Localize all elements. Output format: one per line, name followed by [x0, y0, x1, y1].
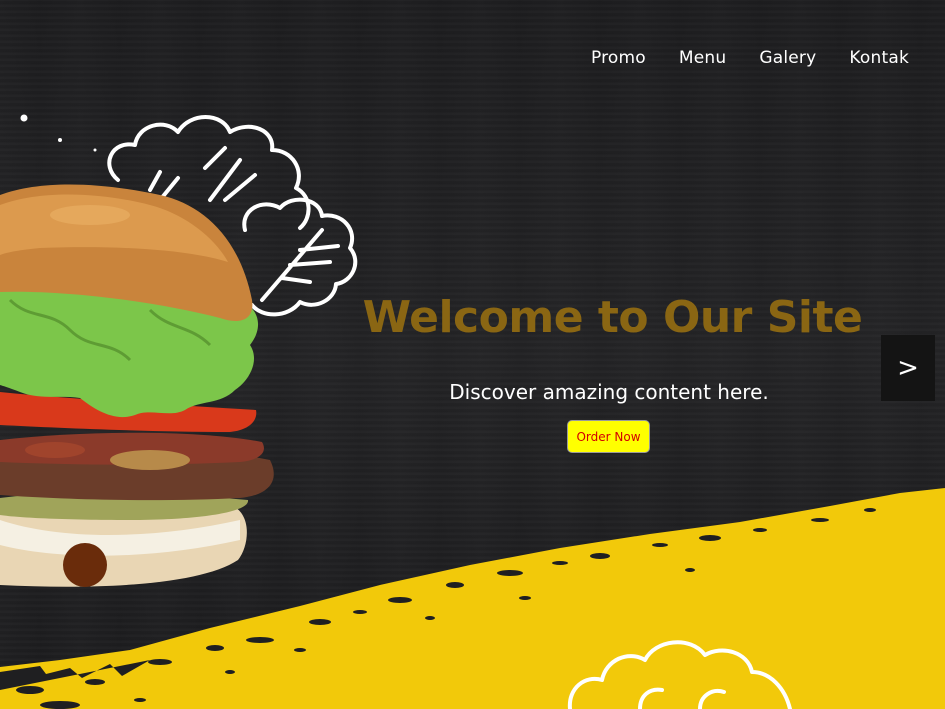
- hero-decoration: [0, 114, 945, 709]
- hero-title: Welcome to Our Site: [362, 292, 863, 343]
- main-nav: Promo Menu Galery Kontak: [591, 48, 909, 68]
- nav-item-promo[interactable]: Promo: [591, 48, 646, 68]
- next-slide-button[interactable]: >: [881, 335, 935, 401]
- hero-subtitle: Discover amazing content here.: [449, 380, 769, 404]
- hero-section: Promo Menu Galery Kontak Welcome to Our …: [0, 0, 945, 709]
- nav-item-menu[interactable]: Menu: [679, 48, 726, 68]
- order-now-button[interactable]: Order Now: [567, 420, 650, 453]
- nav-item-kontak[interactable]: Kontak: [849, 48, 909, 68]
- nav-item-galery[interactable]: Galery: [759, 48, 816, 68]
- burger-image: [0, 184, 274, 587]
